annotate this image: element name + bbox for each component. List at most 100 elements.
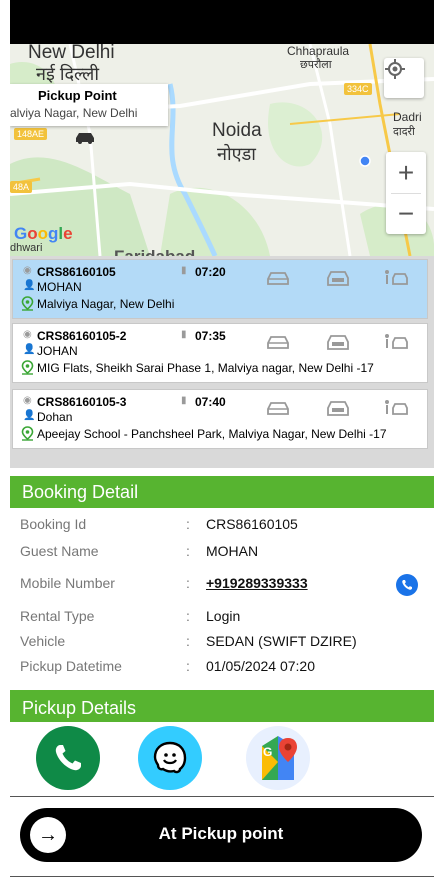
pickup-address: Malviya Nagar, New Delhi [37,297,175,311]
google-maps-icon: G [252,732,304,789]
zoom-controls: + − [386,152,426,234]
waze-icon [150,738,190,783]
phone-device-icon: ▮ [181,265,187,276]
google-maps-button[interactable]: G [246,726,310,790]
map-label-dadri-hindi: दादरी [393,126,415,138]
target-icon: ◉ [23,329,32,340]
google-logo: Google [14,224,73,243]
at-pickup-point-button[interactable]: → At Pickup point [20,808,422,862]
guest-name: Dohan [37,410,73,424]
target-icon: ◉ [23,265,32,276]
booking-detail-header: Booking Detail [10,476,434,508]
detail-separator: : [186,575,190,591]
road-shield-148ae: 148AE [14,128,48,140]
at-pickup-point-label: At Pickup point [158,824,284,843]
status-bar [10,0,434,44]
detail-label: Pickup Datetime [20,658,122,674]
pickup-address: MIG Flats, Sheikh Sarai Phase 1, Malviya… [37,361,374,375]
booking-id: CRS86160105-3 [37,395,127,409]
booking-list: ◉ 👤 CRS86160105 ▮ 07:20 MOHAN Malviya Na… [10,256,434,468]
pickup-address: Apeejay School - Panchsheel Park, Malviy… [37,427,387,441]
my-location-button[interactable] [384,58,424,98]
taxi-icon[interactable] [325,269,351,287]
detail-separator: : [186,658,190,674]
detail-label: Vehicle [20,633,66,649]
map-label-chhapraula-hindi: छपरौला [300,59,332,71]
pickup-details-title: Pickup Details [22,698,137,718]
detail-value: MOHAN [206,543,259,559]
waze-button[interactable] [138,726,202,790]
svg-text:G: G [263,745,272,759]
detail-value: SEDAN (SWIFT DZIRE) [206,633,357,649]
bottom-divider [10,876,434,877]
detail-value: Login [206,608,241,624]
booking-time: 07:20 [195,265,226,279]
location-pin-icon [21,426,34,446]
detail-separator: : [186,543,190,559]
detail-row-rental-type: Rental Type : Login [20,608,434,628]
booking-card[interactable]: ◉ 👤 CRS86160105-3 ▮ 07:40 Dohan Apeejay … [12,389,428,449]
person-icon: 👤 [23,280,36,291]
booking-id: CRS86160105 [37,265,116,279]
guest-name: JOHAN [37,344,78,358]
car-front-icon[interactable] [265,269,291,287]
detail-separator: : [186,633,190,649]
taxi-icon[interactable] [325,399,351,417]
booking-time: 07:40 [195,395,226,409]
location-pin-icon [21,360,34,380]
passenger-boarding-icon[interactable] [383,333,409,351]
road-shield-334c: 334C [344,83,372,95]
detail-label: Rental Type [20,608,95,624]
pickup-details-header: Pickup Details [10,690,434,722]
guest-name: MOHAN [37,280,82,294]
detail-value: CRS86160105 [206,516,298,532]
detail-value: 01/05/2024 07:20 [206,658,315,674]
phone-call-button[interactable] [36,726,100,790]
screen: New Delhi नई दिल्ली Chhapraula छपरौला No… [10,0,434,881]
passenger-boarding-icon[interactable] [383,269,409,287]
person-icon: 👤 [23,410,36,421]
map-label-new-delhi-hindi: नई दिल्ली [36,64,100,84]
booking-id: CRS86160105-2 [37,329,127,343]
map-label-noida: Noida [212,120,262,141]
taxi-icon[interactable] [325,333,351,351]
phone-device-icon: ▮ [181,395,187,406]
map-label-dadri: Dadri [393,110,422,124]
detail-separator: : [186,516,190,532]
map-label-faridabad: Faridabad [114,247,195,256]
booking-time: 07:35 [195,329,226,343]
detail-label: Mobile Number [20,575,115,591]
pickup-bubble-subtitle: alviya Nagar, New Delhi [10,106,138,120]
target-icon: ◉ [23,395,32,406]
mobile-number-link[interactable]: +919289339333 [206,575,308,591]
detail-label: Booking Id [20,516,87,532]
zoom-out-button[interactable]: − [386,194,426,234]
person-icon: 👤 [23,344,36,355]
road-shield-48a: 48A [10,181,33,193]
detail-separator: : [186,608,190,624]
car-front-icon[interactable] [265,333,291,351]
map-label-noida-hindi: नोएडा [217,144,256,164]
detail-label: Guest Name [20,543,99,559]
map-label-new-delhi: New Delhi [28,44,115,63]
car-front-icon[interactable] [265,399,291,417]
booking-card[interactable]: ◉ 👤 CRS86160105-2 ▮ 07:35 JOHAN MIG Flat… [12,323,428,383]
pickup-bubble-title: Pickup Point [38,88,117,103]
call-button[interactable] [396,574,418,599]
detail-row-vehicle: Vehicle : SEDAN (SWIFT DZIRE) [20,633,434,653]
detail-row-mobile: Mobile Number : +919289339333 [20,574,434,596]
phone-device-icon: ▮ [181,329,187,340]
detail-row-pickup-datetime: Pickup Datetime : 01/05/2024 07:20 [20,658,434,678]
pickup-marker-bubble[interactable]: Pickup Point alviya Nagar, New Delhi [10,84,168,126]
phone-icon [52,742,84,779]
detail-row-guest-name: Guest Name : MOHAN [20,543,434,563]
zoom-in-button[interactable]: + [386,153,426,193]
booking-card[interactable]: ◉ 👤 CRS86160105 ▮ 07:20 MOHAN Malviya Na… [12,259,428,319]
divider [10,796,434,797]
booking-detail-title: Booking Detail [22,482,139,502]
location-pin-icon [21,296,34,316]
detail-row-booking-id: Booking Id : CRS86160105 [20,516,434,536]
passenger-boarding-icon[interactable] [383,399,409,417]
map-view[interactable]: New Delhi नई दिल्ली Chhapraula छपरौला No… [10,44,434,256]
map-label-chhapraula: Chhapraula [287,44,350,58]
